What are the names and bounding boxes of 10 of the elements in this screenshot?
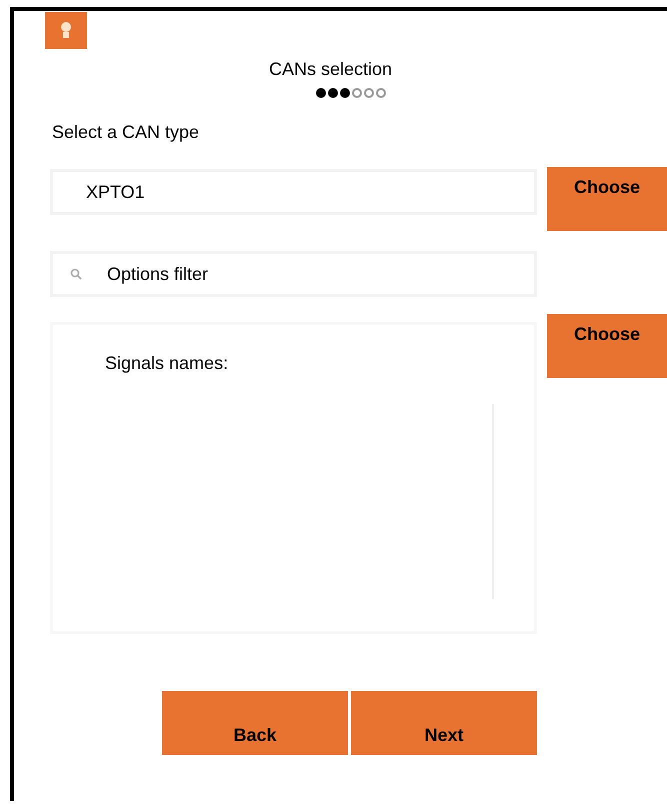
field-label: Select a CAN type — [52, 122, 200, 143]
back-button[interactable]: Back — [162, 691, 348, 755]
signals-label: Signals names: — [105, 353, 230, 374]
choose-button[interactable]: Choose — [547, 314, 667, 378]
screen-title: CANs selection — [268, 59, 394, 80]
filter-field[interactable]: Options filter — [50, 251, 537, 297]
next-button[interactable]: Next — [351, 691, 537, 755]
choose-button[interactable]: Choose — [547, 167, 667, 231]
logo-icon — [45, 12, 87, 49]
can-type-field[interactable]: XPTO1 — [50, 169, 537, 215]
